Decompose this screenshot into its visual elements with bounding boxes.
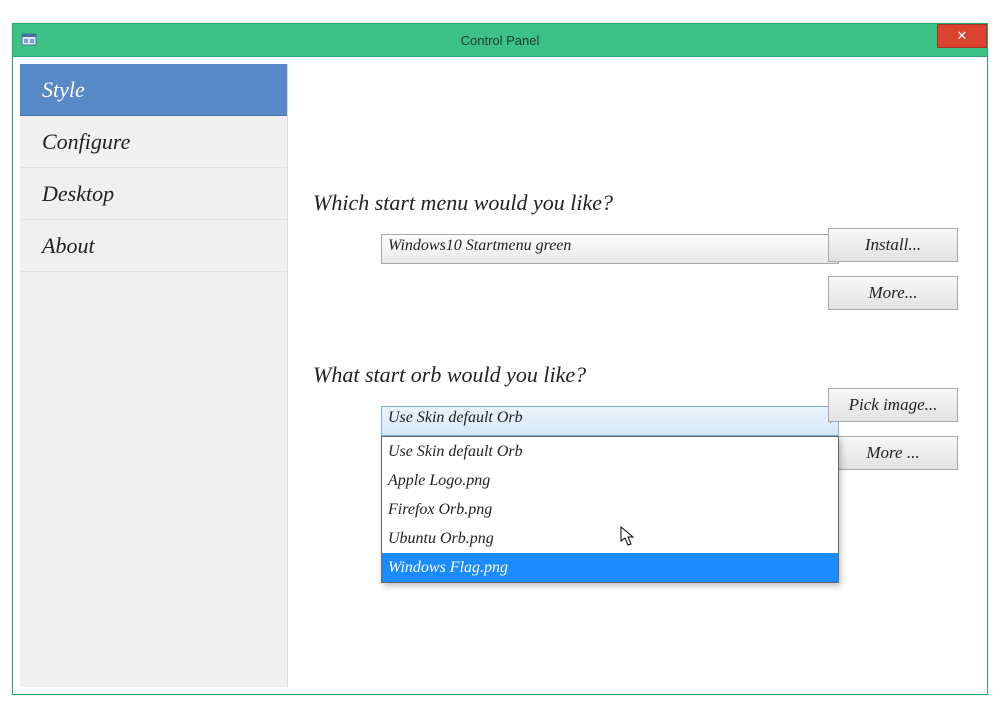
- sidebar-item-label: About: [42, 233, 95, 259]
- content-pane: Which start menu would you like? Windows…: [288, 64, 980, 687]
- section-start-orb: What start orb would you like? Use Skin …: [313, 362, 970, 436]
- window-title: Control Panel: [13, 33, 987, 48]
- start-menu-combo[interactable]: Windows10 Startmenu green: [381, 234, 839, 264]
- start-orb-title: What start orb would you like?: [313, 362, 970, 388]
- dropdown-item[interactable]: Apple Logo.png: [382, 466, 838, 495]
- sidebar-item-label: Desktop: [42, 181, 114, 207]
- sidebar-item-desktop[interactable]: Desktop: [20, 168, 287, 220]
- dropdown-item-label: Firefox Orb.png: [388, 501, 492, 519]
- sidebar-item-label: Configure: [42, 129, 130, 155]
- install-button[interactable]: Install...: [828, 228, 958, 262]
- dropdown-item-highlighted[interactable]: Windows Flag.png: [382, 553, 838, 582]
- sidebar-item-label: Style: [42, 77, 85, 103]
- app-icon: [21, 32, 37, 48]
- dropdown-item-label: Use Skin default Orb: [388, 443, 523, 461]
- start-menu-combo-wrap: Windows10 Startmenu green ▾: [313, 234, 839, 264]
- dropdown-item-label: Windows Flag.png: [388, 559, 508, 577]
- dropdown-item[interactable]: Ubuntu Orb.png: [382, 524, 838, 553]
- sidebar-item-style[interactable]: Style: [20, 64, 287, 116]
- app-window: Control Panel ✕ Style Configure Desktop …: [12, 23, 988, 695]
- start-menu-combo-value: Windows10 Startmenu green: [388, 237, 571, 254]
- more-button[interactable]: More...: [828, 276, 958, 310]
- start-orb-combo[interactable]: Use Skin default Orb: [381, 406, 839, 436]
- sidebar-item-configure[interactable]: Configure: [20, 116, 287, 168]
- start-orb-buttons: Pick image... More ...: [828, 388, 958, 470]
- dropdown-item[interactable]: Firefox Orb.png: [382, 495, 838, 524]
- pick-image-button[interactable]: Pick image...: [828, 388, 958, 422]
- start-menu-buttons: Install... More...: [828, 228, 958, 310]
- close-icon: ✕: [957, 28, 968, 44]
- close-button[interactable]: ✕: [937, 24, 987, 48]
- start-orb-dropdown: Use Skin default Orb Apple Logo.png Fire…: [381, 436, 839, 583]
- more-button[interactable]: More ...: [828, 436, 958, 470]
- start-orb-combo-wrap: Use Skin default Orb ▾ Use Skin default …: [313, 406, 839, 436]
- titlebar[interactable]: Control Panel ✕: [13, 24, 987, 57]
- start-orb-combo-value: Use Skin default Orb: [388, 409, 523, 426]
- sidebar-item-about[interactable]: About: [20, 220, 287, 272]
- dropdown-item-label: Apple Logo.png: [388, 472, 490, 490]
- dropdown-item[interactable]: Use Skin default Orb: [382, 437, 838, 466]
- dropdown-item-label: Ubuntu Orb.png: [388, 530, 494, 548]
- section-start-menu: Which start menu would you like? Windows…: [313, 190, 970, 264]
- client-area: Style Configure Desktop About Which star…: [20, 64, 980, 687]
- start-menu-title: Which start menu would you like?: [313, 190, 970, 216]
- sidebar: Style Configure Desktop About: [20, 64, 288, 687]
